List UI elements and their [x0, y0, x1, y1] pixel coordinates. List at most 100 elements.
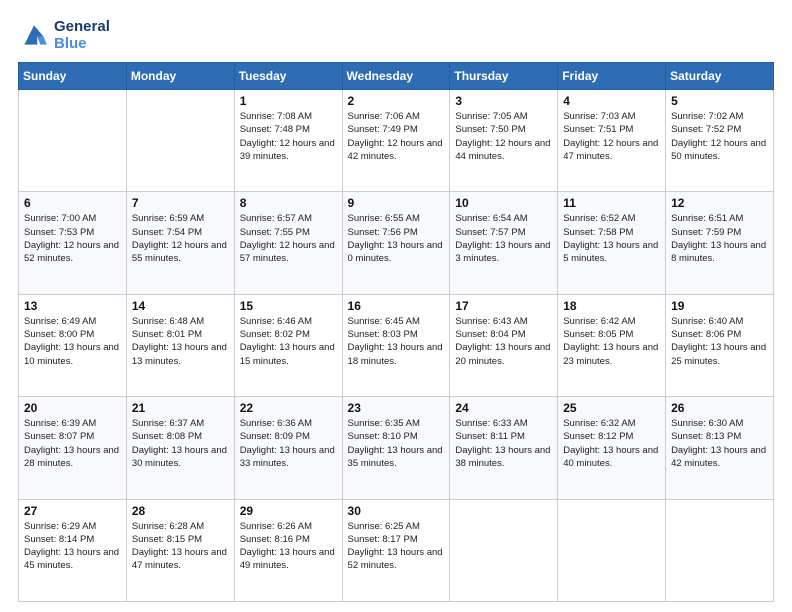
day-number: 11: [563, 196, 660, 210]
day-info: Sunrise: 6:57 AM Sunset: 7:55 PM Dayligh…: [240, 212, 337, 265]
calendar-cell: 8 Sunrise: 6:57 AM Sunset: 7:55 PM Daylig…: [234, 192, 342, 294]
day-number: 22: [240, 401, 337, 415]
calendar-cell: 24 Sunrise: 6:33 AM Sunset: 8:11 PM Dayli…: [450, 397, 558, 499]
weekday-monday: Monday: [126, 63, 234, 90]
weekday-saturday: Saturday: [666, 63, 774, 90]
calendar-cell: 19 Sunrise: 6:40 AM Sunset: 8:06 PM Dayli…: [666, 294, 774, 396]
calendar-cell: 28 Sunrise: 6:28 AM Sunset: 8:15 PM Dayli…: [126, 499, 234, 601]
day-info: Sunrise: 6:26 AM Sunset: 8:16 PM Dayligh…: [240, 520, 337, 573]
calendar-cell: 9Sunrise: 6:55 AM Sunset: 7:56 PM Daylig…: [342, 192, 450, 294]
day-number: 21: [132, 401, 229, 415]
calendar-cell: 17Sunrise: 6:43 AM Sunset: 8:04 PM Dayli…: [450, 294, 558, 396]
weekday-wednesday: Wednesday: [342, 63, 450, 90]
calendar-table: SundayMondayTuesdayWednesdayThursdayFrid…: [18, 62, 774, 602]
calendar-cell: 1Sunrise: 7:08 AM Sunset: 7:48 PM Daylig…: [234, 90, 342, 192]
day-info: Sunrise: 7:05 AM Sunset: 7:50 PM Dayligh…: [455, 110, 552, 163]
weekday-header-row: SundayMondayTuesdayWednesdayThursdayFrid…: [19, 63, 774, 90]
header: General Blue: [18, 18, 774, 52]
day-info: Sunrise: 6:36 AM Sunset: 8:09 PM Dayligh…: [240, 417, 337, 470]
day-number: 6: [24, 196, 121, 210]
calendar-cell: 23 Sunrise: 6:35 AM Sunset: 8:10 PM Dayli…: [342, 397, 450, 499]
day-number: 29: [240, 504, 337, 518]
calendar-cell: [126, 90, 234, 192]
logo-text: General Blue: [54, 18, 110, 52]
calendar-cell: [666, 499, 774, 601]
calendar-cell: [19, 90, 127, 192]
day-number: 2: [348, 94, 445, 108]
day-info: Sunrise: 6:33 AM Sunset: 8:11 PM Dayligh…: [455, 417, 552, 470]
day-info: Sunrise: 6:40 AM Sunset: 8:06 PM Dayligh…: [671, 315, 768, 368]
weekday-tuesday: Tuesday: [234, 63, 342, 90]
day-number: 14: [132, 299, 229, 313]
calendar-cell: 18 Sunrise: 6:42 AM Sunset: 8:05 PM Dayli…: [558, 294, 666, 396]
day-number: 16: [348, 299, 445, 313]
day-info: Sunrise: 6:51 AM Sunset: 7:59 PM Dayligh…: [671, 212, 768, 265]
day-number: 27: [24, 504, 121, 518]
day-info: Sunrise: 6:52 AM Sunset: 7:58 PM Dayligh…: [563, 212, 660, 265]
day-number: 10: [455, 196, 552, 210]
day-info: Sunrise: 6:30 AM Sunset: 8:13 PM Dayligh…: [671, 417, 768, 470]
day-info: Sunrise: 7:02 AM Sunset: 7:52 PM Dayligh…: [671, 110, 768, 163]
page: General Blue SundayMondayTuesdayWednesda…: [0, 0, 792, 612]
calendar-cell: 7 Sunrise: 6:59 AM Sunset: 7:54 PM Daylig…: [126, 192, 234, 294]
calendar-row-0: 1Sunrise: 7:08 AM Sunset: 7:48 PM Daylig…: [19, 90, 774, 192]
day-number: 3: [455, 94, 552, 108]
day-info: Sunrise: 6:28 AM Sunset: 8:15 PM Dayligh…: [132, 520, 229, 573]
day-number: 9: [348, 196, 445, 210]
weekday-thursday: Thursday: [450, 63, 558, 90]
day-number: 8: [240, 196, 337, 210]
day-number: 18: [563, 299, 660, 313]
logo-icon: [18, 19, 50, 51]
calendar-cell: 6 Sunrise: 7:00 AM Sunset: 7:53 PM Daylig…: [19, 192, 127, 294]
day-info: Sunrise: 6:42 AM Sunset: 8:05 PM Dayligh…: [563, 315, 660, 368]
calendar-cell: 30 Sunrise: 6:25 AM Sunset: 8:17 PM Dayli…: [342, 499, 450, 601]
calendar-cell: 22 Sunrise: 6:36 AM Sunset: 8:09 PM Dayli…: [234, 397, 342, 499]
calendar-cell: 13Sunrise: 6:49 AM Sunset: 8:00 PM Dayli…: [19, 294, 127, 396]
day-info: Sunrise: 6:25 AM Sunset: 8:17 PM Dayligh…: [348, 520, 445, 573]
calendar-cell: [558, 499, 666, 601]
day-info: Sunrise: 6:37 AM Sunset: 8:08 PM Dayligh…: [132, 417, 229, 470]
day-number: 28: [132, 504, 229, 518]
day-info: Sunrise: 6:48 AM Sunset: 8:01 PM Dayligh…: [132, 315, 229, 368]
calendar-row-3: 20Sunrise: 6:39 AM Sunset: 8:07 PM Dayli…: [19, 397, 774, 499]
calendar-cell: 10 Sunrise: 6:54 AM Sunset: 7:57 PM Dayli…: [450, 192, 558, 294]
day-number: 20: [24, 401, 121, 415]
day-number: 30: [348, 504, 445, 518]
day-number: 17: [455, 299, 552, 313]
calendar-row-2: 13Sunrise: 6:49 AM Sunset: 8:00 PM Dayli…: [19, 294, 774, 396]
calendar-cell: 20Sunrise: 6:39 AM Sunset: 8:07 PM Dayli…: [19, 397, 127, 499]
day-info: Sunrise: 7:03 AM Sunset: 7:51 PM Dayligh…: [563, 110, 660, 163]
calendar-cell: [450, 499, 558, 601]
calendar-cell: 3 Sunrise: 7:05 AM Sunset: 7:50 PM Daylig…: [450, 90, 558, 192]
day-number: 5: [671, 94, 768, 108]
day-info: Sunrise: 6:29 AM Sunset: 8:14 PM Dayligh…: [24, 520, 121, 573]
day-info: Sunrise: 6:35 AM Sunset: 8:10 PM Dayligh…: [348, 417, 445, 470]
day-info: Sunrise: 6:59 AM Sunset: 7:54 PM Dayligh…: [132, 212, 229, 265]
calendar-cell: 4 Sunrise: 7:03 AM Sunset: 7:51 PM Daylig…: [558, 90, 666, 192]
day-number: 26: [671, 401, 768, 415]
day-number: 19: [671, 299, 768, 313]
calendar-cell: 12 Sunrise: 6:51 AM Sunset: 7:59 PM Dayli…: [666, 192, 774, 294]
day-number: 23: [348, 401, 445, 415]
day-info: Sunrise: 6:32 AM Sunset: 8:12 PM Dayligh…: [563, 417, 660, 470]
day-number: 15: [240, 299, 337, 313]
day-number: 13: [24, 299, 121, 313]
day-number: 24: [455, 401, 552, 415]
calendar-cell: 26 Sunrise: 6:30 AM Sunset: 8:13 PM Dayli…: [666, 397, 774, 499]
calendar-cell: 27 Sunrise: 6:29 AM Sunset: 8:14 PM Dayli…: [19, 499, 127, 601]
calendar-row-4: 27 Sunrise: 6:29 AM Sunset: 8:14 PM Dayli…: [19, 499, 774, 601]
calendar-cell: 21 Sunrise: 6:37 AM Sunset: 8:08 PM Dayli…: [126, 397, 234, 499]
day-number: 12: [671, 196, 768, 210]
day-number: 1: [240, 94, 337, 108]
day-info: Sunrise: 6:54 AM Sunset: 7:57 PM Dayligh…: [455, 212, 552, 265]
day-number: 7: [132, 196, 229, 210]
day-number: 4: [563, 94, 660, 108]
calendar-cell: 11 Sunrise: 6:52 AM Sunset: 7:58 PM Dayli…: [558, 192, 666, 294]
weekday-friday: Friday: [558, 63, 666, 90]
day-info: Sunrise: 7:00 AM Sunset: 7:53 PM Dayligh…: [24, 212, 121, 265]
calendar-cell: 14 Sunrise: 6:48 AM Sunset: 8:01 PM Dayli…: [126, 294, 234, 396]
weekday-sunday: Sunday: [19, 63, 127, 90]
calendar-row-1: 6 Sunrise: 7:00 AM Sunset: 7:53 PM Daylig…: [19, 192, 774, 294]
day-info: Sunrise: 6:46 AM Sunset: 8:02 PM Dayligh…: [240, 315, 337, 368]
calendar-cell: 16Sunrise: 6:45 AM Sunset: 8:03 PM Dayli…: [342, 294, 450, 396]
